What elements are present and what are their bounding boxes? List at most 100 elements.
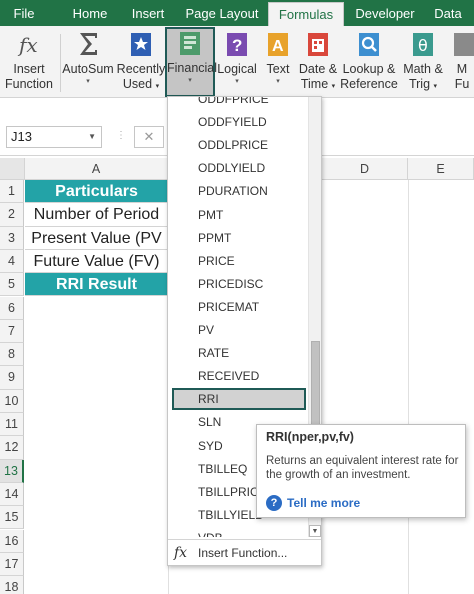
- cell-a1[interactable]: Particulars: [25, 180, 168, 204]
- theta-book-icon: θ: [409, 30, 437, 58]
- lookup-reference-line1: Lookup &: [342, 62, 396, 76]
- more-functions-line2: Fu: [454, 77, 470, 91]
- row-header-13[interactable]: 13: [0, 459, 24, 483]
- row-header-15[interactable]: 15: [0, 506, 24, 530]
- cell-a3[interactable]: Present Value (PV: [25, 227, 168, 250]
- star-book-icon: [127, 30, 155, 58]
- insert-function-menu-item[interactable]: fx Insert Function...: [168, 539, 321, 565]
- fx-icon: fx: [15, 30, 43, 58]
- cell-a2[interactable]: Number of Period: [25, 203, 168, 227]
- tell-me-more-label: Tell me more: [287, 496, 361, 510]
- gridline: [408, 180, 409, 594]
- recently-used-caret: ▾: [155, 83, 160, 90]
- tab-insert[interactable]: Insert: [122, 0, 174, 26]
- row-header-17[interactable]: 17: [0, 552, 24, 577]
- row-header-6[interactable]: 6: [0, 296, 24, 320]
- row-header-16[interactable]: 16: [0, 529, 24, 553]
- row-header-5[interactable]: 5: [0, 273, 24, 297]
- chevron-down-icon[interactable]: ▼: [88, 127, 96, 147]
- function-item-received[interactable]: RECEIVED: [172, 365, 306, 387]
- function-item-ppmt[interactable]: PPMT: [172, 227, 306, 249]
- financial-caret: ▾: [188, 77, 192, 84]
- text-caret: ▾: [276, 78, 280, 85]
- sigma-icon: [74, 30, 102, 58]
- tab-page-layout[interactable]: Page Layout: [182, 0, 262, 26]
- function-item-pmt[interactable]: PMT: [172, 204, 306, 226]
- resize-dots-icon[interactable]: ⋮: [116, 130, 126, 141]
- logical-caret: ▾: [235, 78, 239, 85]
- row-header-10[interactable]: 10: [0, 389, 24, 413]
- select-all-corner[interactable]: [0, 158, 25, 180]
- function-item-oddfyield[interactable]: ODDFYIELD: [172, 111, 306, 133]
- function-item-oddfprice[interactable]: ODDFPRICE: [172, 97, 306, 110]
- row-header-2[interactable]: 2: [0, 203, 24, 227]
- row-header-12[interactable]: 12: [0, 436, 24, 460]
- autosum-caret: ▾: [86, 78, 90, 85]
- insert-function-button[interactable]: fx Insert Function: [2, 30, 56, 92]
- text-button[interactable]: A Text ▾: [260, 30, 296, 87]
- row-header-11[interactable]: 11: [0, 413, 24, 437]
- svg-text:?: ?: [232, 36, 242, 55]
- column-header-e[interactable]: E: [408, 158, 474, 180]
- math-trig-line2: Trig: [408, 77, 431, 91]
- cell-a4[interactable]: Future Value (FV): [25, 250, 168, 274]
- row-header-3[interactable]: 3: [0, 226, 24, 250]
- function-item-pduration[interactable]: PDURATION: [172, 180, 306, 202]
- row-header-9[interactable]: 9: [0, 366, 24, 390]
- function-item-oddlyield[interactable]: ODDLYIELD: [172, 157, 306, 179]
- math-trig-line1: Math &: [403, 62, 443, 76]
- function-tooltip: RRI(nper,pv,fv) Returns an equivalent in…: [256, 424, 466, 518]
- function-item-oddlprice[interactable]: ODDLPRICE: [172, 134, 306, 156]
- scroll-down-icon[interactable]: ▼: [309, 525, 321, 537]
- ribbon-separator: [60, 34, 61, 92]
- name-box[interactable]: J13 ▼: [6, 126, 102, 148]
- tell-me-more-link[interactable]: ? Tell me more: [266, 495, 360, 513]
- row-header-18[interactable]: 18: [0, 576, 24, 594]
- text-label: Text: [266, 62, 290, 76]
- more-functions-icon: [450, 30, 474, 58]
- name-box-value: J13: [11, 129, 32, 144]
- tab-formulas[interactable]: Formulas: [268, 2, 344, 26]
- function-item-vdb[interactable]: VDB: [172, 527, 306, 537]
- tab-data[interactable]: Data: [426, 0, 470, 26]
- cancel-entry-button[interactable]: ✕: [134, 126, 164, 148]
- tab-file[interactable]: File: [4, 0, 44, 26]
- row-header-14[interactable]: 14: [0, 482, 24, 507]
- ribbon-formulas: fx Insert Function AutoSum ▾ Recently Us…: [0, 26, 474, 105]
- recently-used-line1: Recently: [116, 62, 166, 76]
- date-time-line1: Date &: [298, 62, 338, 76]
- cell-a5[interactable]: RRI Result: [25, 273, 168, 297]
- tab-developer[interactable]: Developer: [350, 0, 420, 26]
- logical-button[interactable]: ? Logical ▾: [216, 30, 258, 87]
- column-header-d[interactable]: D: [322, 158, 408, 180]
- row-header-8[interactable]: 8: [0, 343, 24, 367]
- function-item-rri[interactable]: RRI: [172, 388, 306, 411]
- recently-used-button[interactable]: Recently Used ▾: [116, 30, 166, 94]
- row-header-4[interactable]: 4: [0, 249, 24, 274]
- date-time-button[interactable]: Date & Time ▾: [296, 30, 340, 94]
- financial-label: Financial: [167, 61, 218, 75]
- ribbon-tab-bar: File Home Insert Page Layout Formulas De…: [0, 0, 474, 26]
- fx-icon: fx: [174, 545, 188, 561]
- row-header-1[interactable]: 1: [0, 180, 24, 204]
- function-item-pv[interactable]: PV: [172, 319, 306, 341]
- autosum-button[interactable]: AutoSum ▾: [62, 30, 114, 87]
- more-functions-line1: M: [456, 62, 468, 76]
- insert-function-line1: Insert: [13, 62, 45, 76]
- tab-home[interactable]: Home: [64, 0, 116, 26]
- function-item-pricemat[interactable]: PRICEMAT: [172, 296, 306, 318]
- more-functions-button[interactable]: M Fu: [450, 30, 474, 92]
- math-trig-button[interactable]: θ Math & Trig ▾: [400, 30, 446, 94]
- financial-button[interactable]: Financial ▾: [165, 27, 218, 97]
- column-header-a[interactable]: A: [25, 158, 168, 180]
- row-header-7[interactable]: 7: [0, 319, 24, 344]
- function-item-price[interactable]: PRICE: [172, 250, 306, 272]
- lookup-reference-line2: Reference: [340, 77, 398, 91]
- function-item-rate[interactable]: RATE: [172, 342, 306, 364]
- recently-used-line2: Used: [122, 77, 153, 91]
- logical-label: Logical: [217, 62, 257, 76]
- date-time-caret: ▾: [331, 83, 336, 90]
- question-book-icon: ?: [223, 30, 251, 58]
- svg-text:fx: fx: [17, 33, 38, 57]
- function-item-pricedisc[interactable]: PRICEDISC: [172, 273, 306, 295]
